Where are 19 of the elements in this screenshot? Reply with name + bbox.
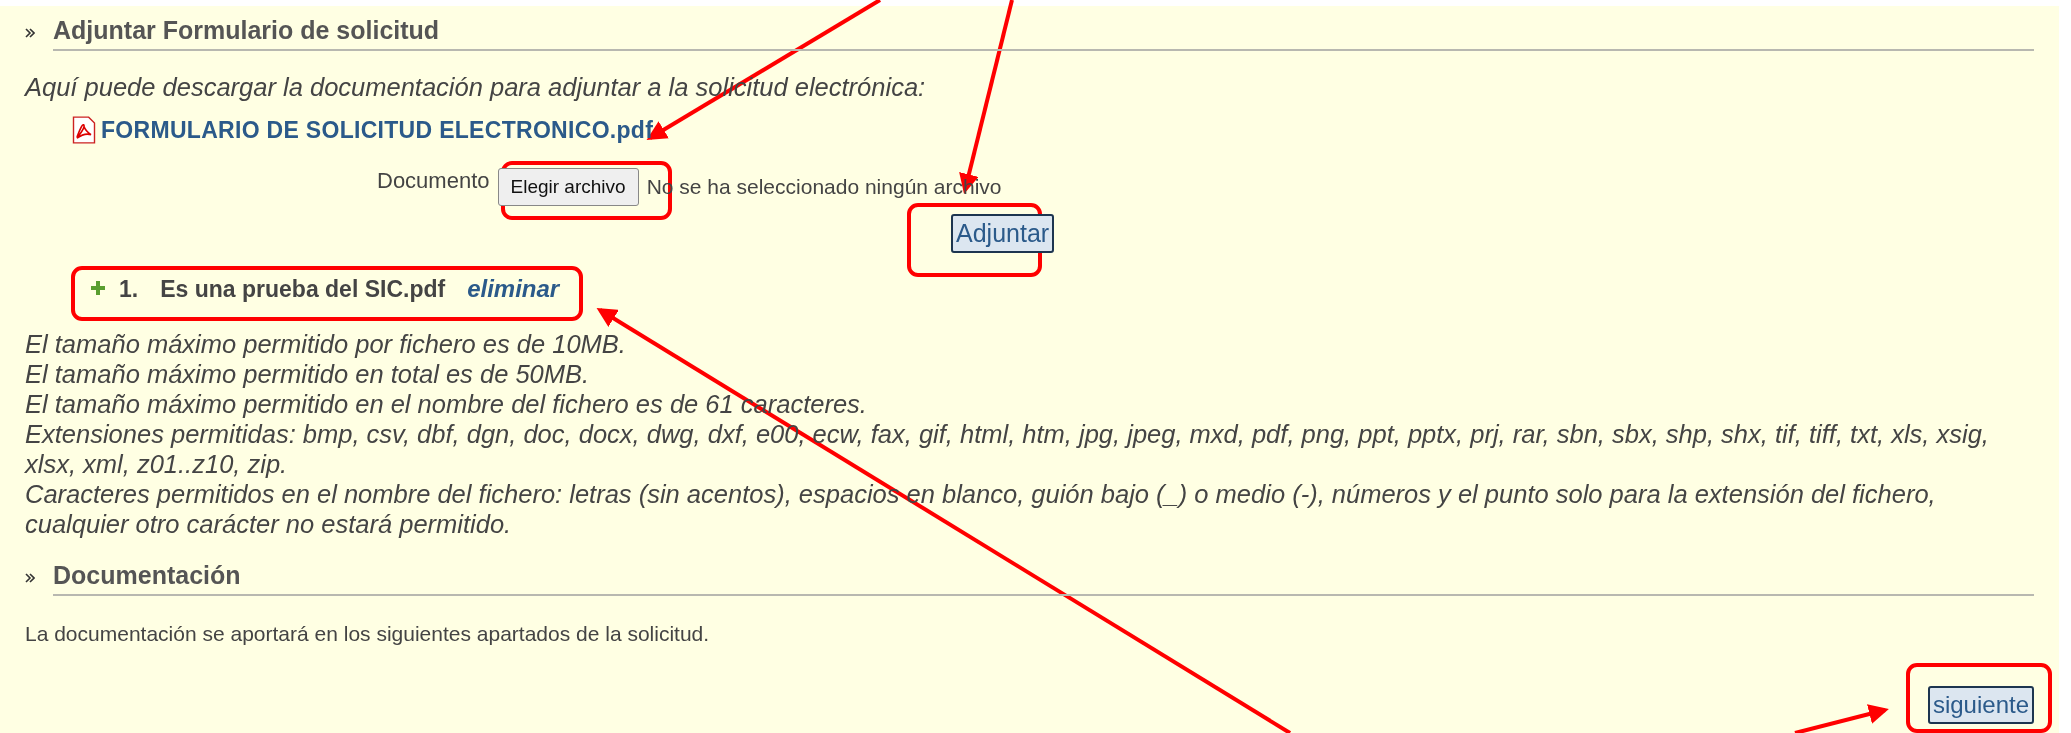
- choose-file-button[interactable]: Elegir archivo: [497, 168, 639, 206]
- plus-icon: [91, 281, 107, 297]
- section-title: Adjuntar Formulario de solicitud: [53, 14, 2034, 51]
- delete-link[interactable]: eliminar: [467, 275, 560, 303]
- chevron-icon: [25, 27, 35, 38]
- attachment-name: Es una prueba del SIC.pdf: [160, 275, 446, 303]
- note-text: Extensiones permitidas: bmp, csv, dbf, dgn, doc, docx, dwg, dxf, e00, ecw, fax, gif, html, htm, jpg, jpeg, mxd, pdf, png, ppt, pptx, prj, rar, sbn, sbx, shp, shx, tif, tiff, txt, xls, xsig, xlsx, xml, z01..z10, zip.: [25, 419, 1990, 479]
- attach-button[interactable]: Adjuntar: [951, 214, 1055, 253]
- pdf-icon: [71, 116, 97, 144]
- note-text: Caracteres permitidos en el nombre del fichero: letras (sin acentos), espacios en blanco, guión bajo (_) o medio (-), números y el punto solo para la extensión del fichero, cualquier otro carácter no estará permitido.: [25, 479, 1937, 539]
- chevron-icon: [25, 572, 35, 583]
- field-label: Documento: [377, 168, 490, 194]
- section-title: Documentación: [53, 559, 2034, 596]
- next-button[interactable]: siguiente: [1927, 686, 2034, 724]
- note-text: El tamaño máximo permitido en total es de 50MB.: [25, 359, 591, 389]
- note-text: El tamaño máximo permitido por fichero es de 10MB.: [25, 329, 627, 359]
- download-link[interactable]: FORMULARIO DE SOLICITUD ELECTRONICO.pdf: [101, 116, 654, 144]
- documentation-text: La documentación se aportará en los siguientes apartados de la solicitud.: [25, 622, 711, 646]
- item-number: 1.: [119, 275, 139, 303]
